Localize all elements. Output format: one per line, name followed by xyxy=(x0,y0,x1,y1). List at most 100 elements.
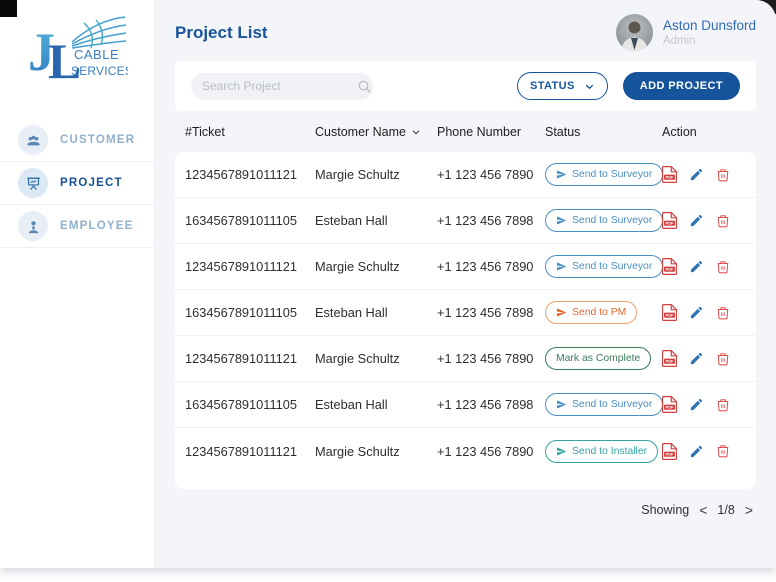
customer-name-cell: Margie Schultz xyxy=(315,167,437,182)
status-badge[interactable]: Send to Installer xyxy=(545,440,658,463)
actions-cell: PDF xyxy=(662,304,746,321)
table-row: 1634567891011105Esteban Hall+1 123 456 7… xyxy=(175,382,756,428)
search-input[interactable] xyxy=(202,79,357,93)
status-cell: Send to Surveyor xyxy=(545,163,662,186)
edit-button[interactable] xyxy=(689,444,704,459)
customer-name-cell: Esteban Hall xyxy=(315,213,437,228)
table-header: #Ticket Customer Name Phone Number Statu… xyxy=(175,111,756,152)
chevron-down-icon xyxy=(584,81,595,92)
phone-cell: +1 123 456 7898 xyxy=(437,213,545,228)
sidebar-nav: CUSTOMER PROJECT xyxy=(0,119,154,248)
delete-button[interactable] xyxy=(716,305,730,321)
edit-button[interactable] xyxy=(689,259,704,274)
employee-icon xyxy=(18,211,48,241)
pdf-download-button[interactable]: PDF xyxy=(662,443,677,460)
delete-button[interactable] xyxy=(716,397,730,413)
status-badge[interactable]: Send to Surveyor xyxy=(545,393,663,416)
actions-cell: PDF xyxy=(662,443,746,460)
main-header: Project List Aston Dunsford Admin xyxy=(155,0,776,61)
edit-button[interactable] xyxy=(689,305,704,320)
search-icon xyxy=(357,79,372,94)
status-cell: Mark as Complete xyxy=(545,347,662,370)
user-name: Aston Dunsford xyxy=(663,18,756,33)
svg-text:PDF: PDF xyxy=(666,175,675,180)
sort-chevron-icon xyxy=(411,127,421,137)
sidebar-item-employee[interactable]: EMPLOYEE xyxy=(0,205,154,248)
status-filter-button[interactable]: STATUS xyxy=(517,72,608,100)
edit-button[interactable] xyxy=(689,397,704,412)
pdf-download-button[interactable]: PDF xyxy=(662,212,677,229)
status-badge-label: Send to Surveyor xyxy=(572,261,652,272)
edit-button[interactable] xyxy=(689,351,704,366)
status-badge-label: Send to Surveyor xyxy=(572,215,652,226)
app-window: J L CABLE SERVICES CUSTOMER xyxy=(0,0,776,568)
send-icon xyxy=(556,261,567,272)
ticket-cell: 1234567891011121 xyxy=(185,167,315,182)
phone-cell: +1 123 456 7890 xyxy=(437,167,545,182)
user-menu[interactable]: Aston Dunsford Admin xyxy=(616,14,756,51)
pdf-download-button[interactable]: PDF xyxy=(662,258,677,275)
sidebar-item-label: EMPLOYEE xyxy=(60,220,134,232)
next-page-button[interactable]: > xyxy=(744,502,754,518)
phone-cell: +1 123 456 7890 xyxy=(437,444,545,459)
send-icon xyxy=(556,399,567,410)
status-badge[interactable]: Send to Surveyor xyxy=(545,255,663,278)
table-row: 1234567891011121Margie Schultz+1 123 456… xyxy=(175,244,756,290)
status-badge-label: Send to Installer xyxy=(572,446,647,457)
pdf-download-button[interactable]: PDF xyxy=(662,350,677,367)
status-filter-label: STATUS xyxy=(530,80,575,92)
screen-corner-artifact xyxy=(0,0,17,17)
column-header-customer-name[interactable]: Customer Name xyxy=(315,125,437,139)
status-cell: Send to Surveyor xyxy=(545,393,662,416)
project-board-icon xyxy=(18,168,48,198)
table-row: 1634567891011105Esteban Hall+1 123 456 7… xyxy=(175,198,756,244)
svg-text:CABLE: CABLE xyxy=(74,47,119,62)
sidebar-item-label: PROJECT xyxy=(60,177,123,189)
toolbar: STATUS ADD PROJECT xyxy=(175,61,756,111)
status-cell: Send to Installer xyxy=(545,440,662,463)
prev-page-button[interactable]: < xyxy=(698,502,708,518)
delete-button[interactable] xyxy=(716,167,730,183)
pagination: Showing < 1/8 > xyxy=(155,502,754,518)
sidebar-item-label: CUSTOMER xyxy=(60,134,135,146)
add-project-button[interactable]: ADD PROJECT xyxy=(623,72,740,100)
status-badge-label: Send to PM xyxy=(572,307,626,318)
customers-icon xyxy=(18,125,48,155)
status-cell: Send to Surveyor xyxy=(545,209,662,232)
page-title: Project List xyxy=(175,23,268,43)
sidebar-item-customer[interactable]: CUSTOMER xyxy=(0,119,154,162)
edit-button[interactable] xyxy=(689,167,704,182)
table-row: 1234567891011121Margie Schultz+1 123 456… xyxy=(175,336,756,382)
actions-cell: PDF xyxy=(662,166,746,183)
ticket-cell: 1234567891011121 xyxy=(185,444,315,459)
pdf-download-button[interactable]: PDF xyxy=(662,396,677,413)
status-badge[interactable]: Send to Surveyor xyxy=(545,163,663,186)
delete-button[interactable] xyxy=(716,351,730,367)
customer-name-cell: Margie Schultz xyxy=(315,259,437,274)
delete-button[interactable] xyxy=(716,213,730,229)
svg-text:PDF: PDF xyxy=(666,451,675,456)
pdf-download-button[interactable]: PDF xyxy=(662,304,677,321)
svg-text:PDF: PDF xyxy=(666,221,675,226)
status-badge[interactable]: Send to Surveyor xyxy=(545,209,663,232)
pdf-download-button[interactable]: PDF xyxy=(662,166,677,183)
edit-button[interactable] xyxy=(689,213,704,228)
delete-button[interactable] xyxy=(716,443,730,459)
send-icon xyxy=(556,169,567,180)
phone-cell: +1 123 456 7898 xyxy=(437,397,545,412)
table-row: 1634567891011105Esteban Hall+1 123 456 7… xyxy=(175,290,756,336)
company-logo: J L CABLE SERVICES xyxy=(0,0,154,105)
phone-cell: +1 123 456 7890 xyxy=(437,351,545,366)
send-icon xyxy=(556,215,567,226)
toolbar-actions: STATUS ADD PROJECT xyxy=(517,72,740,100)
status-badge[interactable]: Mark as Complete xyxy=(545,347,651,370)
delete-button[interactable] xyxy=(716,259,730,275)
svg-text:SERVICES: SERVICES xyxy=(71,64,128,78)
svg-text:PDF: PDF xyxy=(666,405,675,410)
svg-text:PDF: PDF xyxy=(666,267,675,272)
column-header-ticket: #Ticket xyxy=(185,125,315,139)
svg-text:PDF: PDF xyxy=(666,313,675,318)
customer-name-cell: Esteban Hall xyxy=(315,305,437,320)
status-badge[interactable]: Send to PM xyxy=(545,301,637,324)
sidebar-item-project[interactable]: PROJECT xyxy=(0,162,154,205)
